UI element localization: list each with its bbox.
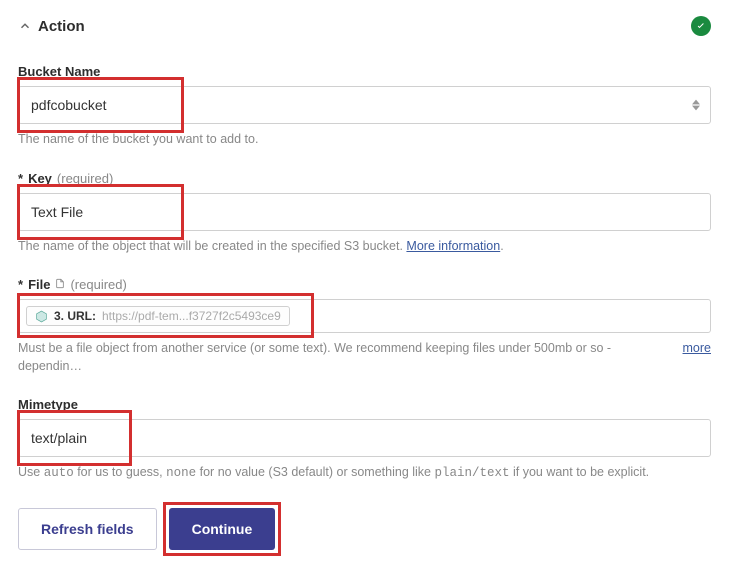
pill-url: https://pdf-tem...f3727f2c5493ce9 — [102, 309, 281, 323]
label-text: File — [28, 277, 50, 292]
field-file: * File (required) 3. URL: https://pdf-te… — [18, 277, 711, 375]
input-value: text/plain — [31, 430, 87, 446]
refresh-fields-button[interactable]: Refresh fields — [18, 508, 157, 550]
chevron-up-icon — [18, 19, 32, 33]
input-value: Text File — [31, 204, 83, 220]
code-plaintext: plain/text — [434, 466, 509, 480]
asterisk: * — [18, 277, 23, 292]
section-title: Action — [38, 18, 85, 35]
field-label: * File (required) — [18, 277, 711, 292]
file-mapped-value-pill[interactable]: 3. URL: https://pdf-tem...f3727f2c5493ce… — [26, 306, 290, 326]
file-type-icon — [55, 278, 65, 292]
help-text: Use auto for us to guess, none for no va… — [18, 464, 711, 483]
label-text: Bucket Name — [18, 64, 100, 79]
mimetype-input[interactable]: text/plain — [18, 419, 711, 457]
label-text: Key — [28, 171, 52, 186]
field-label: Mimetype — [18, 397, 711, 412]
label-text: Mimetype — [18, 397, 78, 412]
help-text-span: The name of the object that will be crea… — [18, 239, 406, 253]
pill-label: 3. URL: — [54, 309, 96, 323]
field-label: * Key (required) — [18, 171, 711, 186]
field-mimetype: Mimetype text/plain Use auto for us to g… — [18, 397, 711, 483]
more-information-link[interactable]: More information — [406, 239, 500, 253]
more-link[interactable]: more — [683, 341, 711, 355]
input-value: pdfcobucket — [31, 97, 107, 113]
bucket-name-select[interactable]: pdfcobucket — [18, 86, 711, 124]
field-label: Bucket Name — [18, 64, 711, 79]
section-header: Action — [18, 16, 711, 36]
required-text: (required) — [57, 171, 113, 186]
help-text: The name of the object that will be crea… — [18, 238, 711, 256]
success-check-icon — [691, 16, 711, 36]
select-arrows-icon — [692, 99, 700, 111]
code-none: none — [166, 466, 196, 480]
help-text: Must be a file object from another servi… — [18, 340, 673, 375]
button-row: Refresh fields Continue — [18, 508, 711, 550]
required-text: (required) — [70, 277, 126, 292]
field-key: * Key (required) Text File The name of t… — [18, 171, 711, 256]
help-text: The name of the bucket you want to add t… — [18, 131, 711, 149]
file-input[interactable]: 3. URL: https://pdf-tem...f3727f2c5493ce… — [18, 299, 711, 333]
code-auto: auto — [44, 466, 74, 480]
field-bucket-name: Bucket Name pdfcobucket The name of the … — [18, 64, 711, 149]
continue-button[interactable]: Continue — [169, 508, 276, 550]
key-input[interactable]: Text File — [18, 193, 711, 231]
app-step-icon — [35, 310, 48, 323]
asterisk: * — [18, 171, 23, 186]
